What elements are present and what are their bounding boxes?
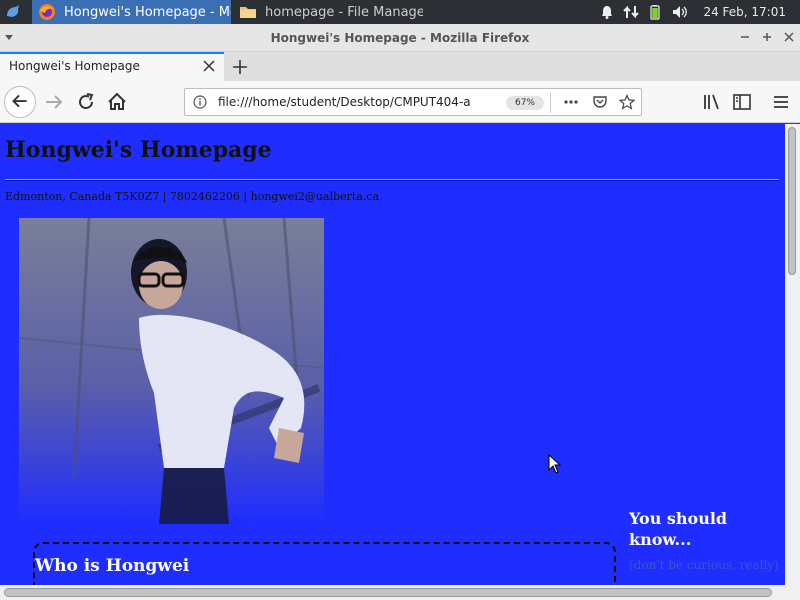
system-taskbar: Hongwei's Homepage - Mozi... homepage - … bbox=[0, 0, 800, 24]
tab-title: Hongwei's Homepage bbox=[9, 59, 140, 73]
taskbar-item-firefox[interactable]: Hongwei's Homepage - Mozi... bbox=[32, 0, 231, 24]
system-tray: 24 Feb, 17:01 bbox=[599, 0, 800, 24]
clock[interactable]: 24 Feb, 17:01 bbox=[703, 5, 786, 19]
section-heading: Who is Hongwei bbox=[35, 556, 190, 576]
new-tab-icon[interactable] bbox=[231, 58, 249, 76]
contact-info: Edmonton, Canada T5K0Z7 | 7802462206 | h… bbox=[5, 190, 380, 203]
taskbar-item-file-manager[interactable]: homepage - File Manager bbox=[233, 0, 423, 24]
taskbar-item-label: homepage - File Manager bbox=[265, 4, 423, 20]
window-title: Hongwei's Homepage - Mozilla Firefox bbox=[270, 31, 530, 45]
heading-divider bbox=[5, 179, 779, 181]
home-icon[interactable] bbox=[105, 90, 129, 114]
forward-arrow-icon[interactable] bbox=[42, 90, 66, 114]
folder-icon bbox=[240, 7, 256, 18]
side-note-text: (don't be curious, really) bbox=[629, 558, 779, 572]
bell-icon[interactable] bbox=[599, 4, 615, 20]
maximize-icon[interactable] bbox=[759, 29, 775, 45]
minimize-icon[interactable] bbox=[737, 29, 753, 45]
vertical-scrollbar[interactable] bbox=[785, 124, 800, 585]
window-titlebar: Hongwei's Homepage - Mozilla Firefox bbox=[0, 24, 800, 52]
tab-hongweis-homepage[interactable]: Hongwei's Homepage bbox=[0, 52, 224, 81]
more-actions-icon[interactable] bbox=[563, 94, 579, 110]
url-bar[interactable]: file:///home/student/Desktop/CMPUT404-as… bbox=[184, 88, 642, 116]
back-arrow-icon bbox=[12, 94, 27, 108]
navigation-toolbar: file:///home/student/Desktop/CMPUT404-as… bbox=[0, 81, 800, 123]
sidebar-icon[interactable] bbox=[730, 90, 754, 114]
taskbar-item-label: Hongwei's Homepage - Mozi... bbox=[64, 4, 231, 20]
battery-icon[interactable] bbox=[647, 4, 663, 20]
who-is-hongwei-box: Who is Hongwei bbox=[33, 542, 616, 585]
vertical-scrollbar-thumb[interactable] bbox=[788, 127, 796, 275]
url-text[interactable]: file:///home/student/Desktop/CMPUT404-as… bbox=[218, 95, 470, 109]
zoom-level-badge[interactable]: 67% bbox=[506, 96, 544, 110]
side-note: You should know... (don't be curious, re… bbox=[629, 508, 779, 572]
side-heading: You should know... bbox=[629, 509, 728, 549]
tab-strip: Hongwei's Homepage bbox=[0, 52, 800, 81]
hamburger-menu-icon[interactable] bbox=[769, 90, 793, 114]
info-icon[interactable] bbox=[193, 95, 207, 109]
profile-photo bbox=[19, 218, 324, 524]
whisker-menu-icon[interactable] bbox=[4, 3, 22, 21]
reload-icon[interactable] bbox=[74, 90, 98, 114]
page-viewport: Hongwei's Homepage Edmonton, Canada T5K0… bbox=[0, 124, 785, 585]
horizontal-scrollbar[interactable] bbox=[0, 585, 800, 600]
back-button[interactable] bbox=[4, 86, 36, 118]
url-bar-separator bbox=[550, 93, 551, 113]
mouse-cursor-icon bbox=[548, 454, 562, 474]
bookmark-star-icon[interactable] bbox=[619, 94, 635, 110]
close-tab-icon[interactable] bbox=[203, 60, 215, 72]
horizontal-scrollbar-thumb[interactable] bbox=[4, 588, 772, 597]
volume-icon[interactable] bbox=[671, 4, 688, 20]
close-window-icon[interactable] bbox=[781, 29, 797, 45]
firefox-icon bbox=[39, 4, 55, 20]
library-icon[interactable] bbox=[700, 90, 724, 114]
page-title: Hongwei's Homepage bbox=[5, 137, 272, 163]
network-icon[interactable] bbox=[623, 4, 640, 20]
pocket-icon[interactable] bbox=[592, 94, 608, 110]
